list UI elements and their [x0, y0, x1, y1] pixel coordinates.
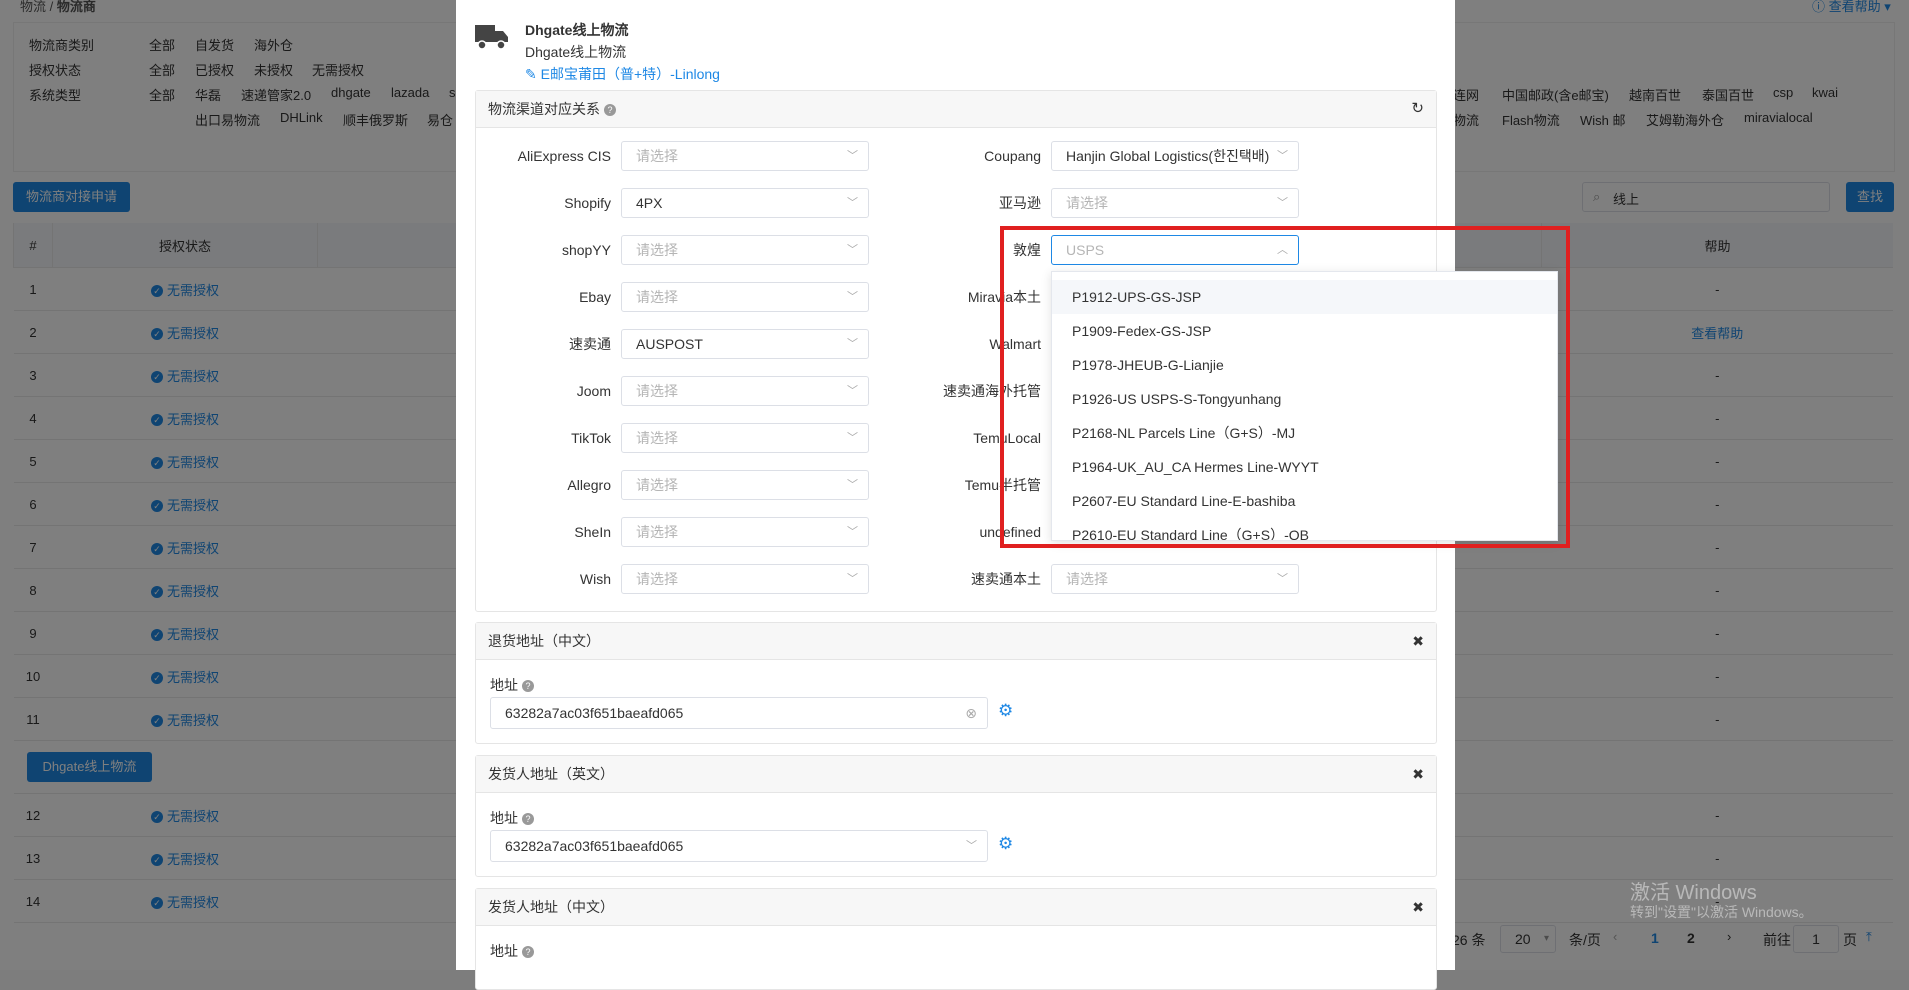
chevron-down-icon: ﹀ — [847, 197, 858, 209]
channel-select[interactable]: 请选择 ﹀ — [621, 141, 869, 171]
sender-en-address-label: 地址 — [490, 810, 518, 826]
channel-select[interactable]: Hanjin Global Logistics(한진택배) ﹀ — [1051, 141, 1299, 171]
sender-cn-address-label: 地址 — [490, 943, 518, 959]
chevron-down-icon: ﹀ — [1277, 150, 1288, 162]
channel-select[interactable]: 请选择 ﹀ — [621, 376, 869, 406]
chevron-down-icon: ﹀ — [1277, 197, 1288, 209]
chevron-down-icon: ﹀ — [847, 432, 858, 444]
edit-icon: ✎ — [525, 66, 537, 82]
settings-icon[interactable]: ⚙ — [998, 701, 1013, 721]
channel-label: TikTok — [571, 430, 611, 446]
channel-select[interactable]: 请选择 ﹀ — [621, 564, 869, 594]
channel-select[interactable]: 请选择 ﹀ — [621, 470, 869, 500]
highlight-box — [1000, 226, 1570, 548]
settings-icon[interactable]: ⚙ — [998, 834, 1013, 854]
watermark-subtitle: 转到"设置"以激活 Windows。 — [1630, 904, 1813, 920]
channel-label: 亚马逊 — [999, 195, 1041, 211]
help-icon[interactable]: ? — [522, 813, 534, 826]
channel-select[interactable]: 请选择 ﹀ — [621, 282, 869, 312]
account-link[interactable]: ✎ E邮宝莆田（普+特）-Linlong — [525, 64, 720, 84]
return-address-panel: 退货地址（中文） ✖ 地址? 63282a7ac03f651baeafd065 ⊗ … — [475, 622, 1437, 744]
dialog-title: Dhgate线上物流 — [525, 22, 629, 38]
channel-label: Allegro — [567, 477, 611, 493]
chevron-down-icon: ﹀ — [847, 244, 858, 256]
truck-icon — [475, 22, 509, 55]
close-icon[interactable]: ✖ — [1412, 756, 1424, 792]
channel-label: Coupang — [984, 148, 1041, 164]
sender-cn-panel-title: 发货人地址（中文） — [488, 899, 614, 915]
channel-select[interactable]: 请选择 ﹀ — [1051, 188, 1299, 218]
refresh-icon[interactable]: ↻ — [1411, 91, 1424, 127]
channel-label: Joom — [576, 383, 611, 399]
chevron-down-icon: ﹀ — [847, 291, 858, 303]
return-address-input[interactable]: 63282a7ac03f651baeafd065 ⊗ — [490, 697, 988, 729]
help-icon[interactable]: ? — [604, 104, 616, 117]
channel-label: AliExpress CIS — [517, 148, 611, 164]
channel-select[interactable]: 请选择 ﹀ — [621, 235, 869, 265]
channel-label: shopYY — [561, 242, 611, 258]
channel-label: Wish — [579, 571, 611, 587]
channel-label: SheIn — [574, 524, 611, 540]
help-icon[interactable]: ? — [522, 680, 534, 693]
chevron-down-icon: ﹀ — [847, 385, 858, 397]
channel-select[interactable]: 4PX ﹀ — [621, 188, 869, 218]
chevron-down-icon: ﹀ — [847, 573, 858, 585]
channel-label: Ebay — [579, 289, 611, 305]
return-panel-title: 退货地址（中文） — [488, 633, 600, 649]
channel-label: 速卖通 — [569, 336, 611, 352]
channel-select[interactable]: AUSPOST ﹀ — [621, 329, 869, 359]
dialog-subtitle: Dhgate线上物流 — [525, 44, 627, 60]
channel-label: Shopify — [564, 195, 611, 211]
close-icon[interactable]: ✖ — [1412, 889, 1424, 925]
clear-icon[interactable]: ⊗ — [965, 698, 977, 728]
help-icon[interactable]: ? — [522, 946, 534, 959]
channel-select[interactable]: 请选择 ﹀ — [621, 517, 869, 547]
chevron-down-icon: ﹀ — [847, 150, 858, 162]
channel-panel-header: 物流渠道对应关系? ↻ — [476, 91, 1436, 128]
watermark-title: 激活 Windows — [1630, 882, 1757, 904]
channel-select[interactable]: 请选择 ﹀ — [1051, 564, 1299, 594]
chevron-down-icon: ﹀ — [847, 526, 858, 538]
chevron-down-icon: ﹀ — [1277, 573, 1288, 585]
sender-en-panel-title: 发货人地址（英文） — [488, 766, 614, 782]
chevron-down-icon: ﹀ — [847, 479, 858, 491]
chevron-down-icon: ﹀ — [966, 840, 977, 852]
chevron-down-icon: ﹀ — [847, 338, 858, 350]
sender-en-address-select[interactable]: 63282a7ac03f651baeafd065 ﹀ — [490, 830, 988, 862]
channel-label: 速卖通本土 — [971, 571, 1041, 587]
return-address-label: 地址 — [490, 677, 518, 693]
close-icon[interactable]: ✖ — [1412, 623, 1424, 659]
sender-address-en-panel: 发货人地址（英文） ✖ 地址? 63282a7ac03f651baeafd065 ﹀… — [475, 755, 1437, 877]
sender-address-cn-panel: 发货人地址（中文） ✖ 地址? — [475, 888, 1437, 990]
channel-select[interactable]: 请选择 ﹀ — [621, 423, 869, 453]
